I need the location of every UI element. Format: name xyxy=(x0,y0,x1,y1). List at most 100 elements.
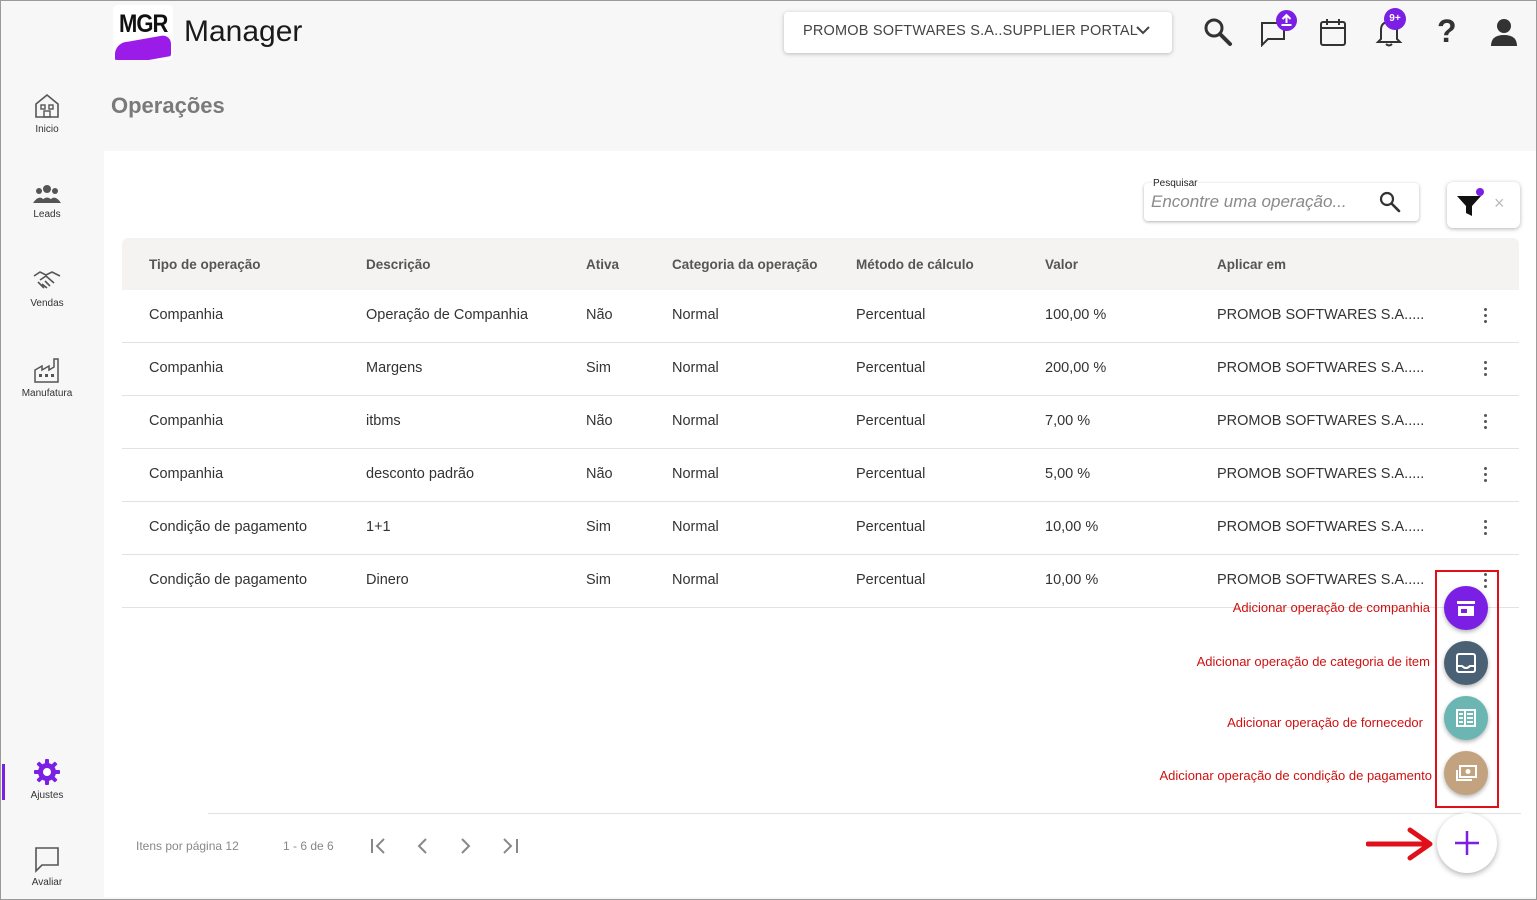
previous-page-icon[interactable] xyxy=(414,835,430,857)
search-icon[interactable] xyxy=(1379,191,1401,213)
page-range: 1 - 6 de 6 xyxy=(283,839,334,853)
sidebar-item-label: Inicio xyxy=(35,124,59,135)
search-icon[interactable] xyxy=(1203,17,1233,47)
row-menu-icon[interactable] xyxy=(1480,520,1490,538)
cell-category: Normal xyxy=(672,519,719,535)
notifications-badge: 9+ xyxy=(1384,8,1406,30)
table-row[interactable]: Companhia desconto padrão Não Normal Per… xyxy=(122,449,1519,502)
speed-dial-label: Adicionar operação de companhia xyxy=(1232,600,1430,615)
cell-apply-to: PROMOB SOFTWARES S.A..... xyxy=(1217,572,1425,588)
cell-value: 10,00 % xyxy=(1045,572,1099,588)
cell-category: Normal xyxy=(672,307,719,323)
add-supplier-operation-button[interactable] xyxy=(1444,696,1488,740)
sidebar-item-inicio[interactable]: Inicio xyxy=(2,92,92,135)
speed-dial-label: Adicionar operação de categoria de item xyxy=(1196,654,1430,669)
cell-type: Companhia xyxy=(149,466,224,482)
column-header[interactable]: Tipo de operação xyxy=(149,257,261,272)
add-item-category-operation-button[interactable] xyxy=(1444,641,1488,685)
company-select[interactable]: PROMOB SOFTWARES S.A..SUPPLIER PORTAL xyxy=(784,12,1172,53)
cell-apply-to: PROMOB SOFTWARES S.A..... xyxy=(1217,413,1425,429)
cell-type: Companhia xyxy=(149,360,224,376)
filter-control: × xyxy=(1447,182,1520,228)
next-page-icon[interactable] xyxy=(458,835,474,857)
clear-filter-button[interactable]: × xyxy=(1494,193,1505,214)
table-row[interactable]: Condição de pagamento 1+1 Sim Normal Per… xyxy=(122,502,1519,555)
calendar-icon[interactable] xyxy=(1319,17,1347,47)
user-avatar-icon[interactable] xyxy=(1489,17,1519,47)
home-icon xyxy=(35,93,59,118)
cell-method: Percentual xyxy=(856,360,926,376)
table-header: Tipo de operação Descrição Ativa Categor… xyxy=(122,238,1519,290)
cell-category: Normal xyxy=(672,572,719,588)
table-row[interactable]: Companhia Operação de Companhia Não Norm… xyxy=(122,290,1519,343)
messages-button[interactable] xyxy=(1259,10,1297,49)
cell-apply-to: PROMOB SOFTWARES S.A..... xyxy=(1217,466,1425,482)
column-header[interactable]: Ativa xyxy=(586,257,619,272)
cell-description: 1+1 xyxy=(366,519,391,535)
cell-value: 100,00 % xyxy=(1045,307,1107,323)
sidebar-item-label: Avaliar xyxy=(31,877,63,888)
first-page-icon[interactable] xyxy=(369,835,389,857)
cell-value: 200,00 % xyxy=(1045,360,1107,376)
footer-divider xyxy=(208,813,1521,814)
app-logo[interactable]: MGR xyxy=(113,5,173,60)
cell-value: 10,00 % xyxy=(1045,519,1099,535)
sidebar-item-label: Manufatura xyxy=(21,388,73,399)
cell-active: Sim xyxy=(586,360,611,376)
handshake-icon xyxy=(33,271,61,289)
sidebar-item-vendas[interactable]: Vendas xyxy=(2,268,92,309)
row-menu-icon[interactable] xyxy=(1480,308,1490,326)
cell-apply-to: PROMOB SOFTWARES S.A..... xyxy=(1217,307,1425,323)
store-icon xyxy=(1457,601,1475,616)
upload-icon xyxy=(1281,13,1292,26)
company-select-value: PROMOB SOFTWARES S.A..SUPPLIER PORTAL xyxy=(803,23,1139,39)
cell-active: Não xyxy=(586,307,613,323)
search-input[interactable] xyxy=(1151,192,1371,212)
sidebar-item-label: Leads xyxy=(33,209,61,220)
page-title: Operações xyxy=(111,93,225,118)
column-header[interactable]: Valor xyxy=(1045,257,1078,272)
table-row[interactable]: Companhia Margens Sim Normal Percentual … xyxy=(122,343,1519,396)
notifications-button[interactable]: 9+ xyxy=(1375,8,1406,47)
row-menu-icon[interactable] xyxy=(1480,361,1490,379)
add-payment-condition-operation-button[interactable] xyxy=(1444,751,1488,795)
filter-active-dot xyxy=(1476,188,1484,196)
sidebar-item-leads[interactable]: Leads xyxy=(2,183,92,220)
column-header[interactable]: Descrição xyxy=(366,257,431,272)
cell-active: Não xyxy=(586,466,613,482)
items-per-page[interactable]: Itens por página 12 xyxy=(136,839,239,853)
cell-description: Dinero xyxy=(366,572,409,588)
cell-category: Normal xyxy=(672,360,719,376)
payments-icon xyxy=(1456,765,1477,781)
column-header[interactable]: Aplicar em xyxy=(1217,257,1286,272)
cell-value: 7,00 % xyxy=(1045,413,1091,429)
cell-method: Percentual xyxy=(856,413,926,429)
cell-apply-to: PROMOB SOFTWARES S.A..... xyxy=(1217,519,1425,535)
row-menu-icon[interactable] xyxy=(1480,414,1490,432)
search-field[interactable]: Pesquisar xyxy=(1144,178,1419,221)
cell-value: 5,00 % xyxy=(1045,466,1091,482)
speed-dial-label: Adicionar operação de condição de pagame… xyxy=(1159,768,1432,783)
app-window: Inicio Leads Vendas Manufatura Ajustes A… xyxy=(0,0,1537,900)
chevron-down-icon xyxy=(1136,26,1150,35)
people-icon xyxy=(33,185,61,203)
column-header[interactable]: Categoria da operação xyxy=(672,257,818,272)
column-header[interactable]: Método de cálculo xyxy=(856,257,974,272)
cell-type: Companhia xyxy=(149,307,224,323)
upload-badge xyxy=(1276,10,1297,31)
add-company-operation-button[interactable] xyxy=(1444,586,1488,630)
sidebar-item-ajustes[interactable]: Ajustes xyxy=(2,758,92,801)
sidebar-item-avaliar[interactable]: Avaliar xyxy=(2,845,92,888)
business-icon xyxy=(1456,709,1476,727)
filter-icon[interactable] xyxy=(1456,194,1482,218)
plus-icon xyxy=(1455,831,1479,855)
cell-apply-to: PROMOB SOFTWARES S.A..... xyxy=(1217,360,1425,376)
sidebar-item-manufatura[interactable]: Manufatura xyxy=(2,356,92,399)
row-menu-icon[interactable] xyxy=(1480,467,1490,485)
table-row[interactable]: Companhia itbms Não Normal Percentual 7,… xyxy=(122,396,1519,449)
help-icon[interactable]: ? xyxy=(1437,13,1457,50)
add-operation-fab[interactable] xyxy=(1437,813,1497,873)
app-name: Manager xyxy=(184,15,303,48)
last-page-icon[interactable] xyxy=(501,835,521,857)
inbox-icon xyxy=(1456,653,1476,673)
